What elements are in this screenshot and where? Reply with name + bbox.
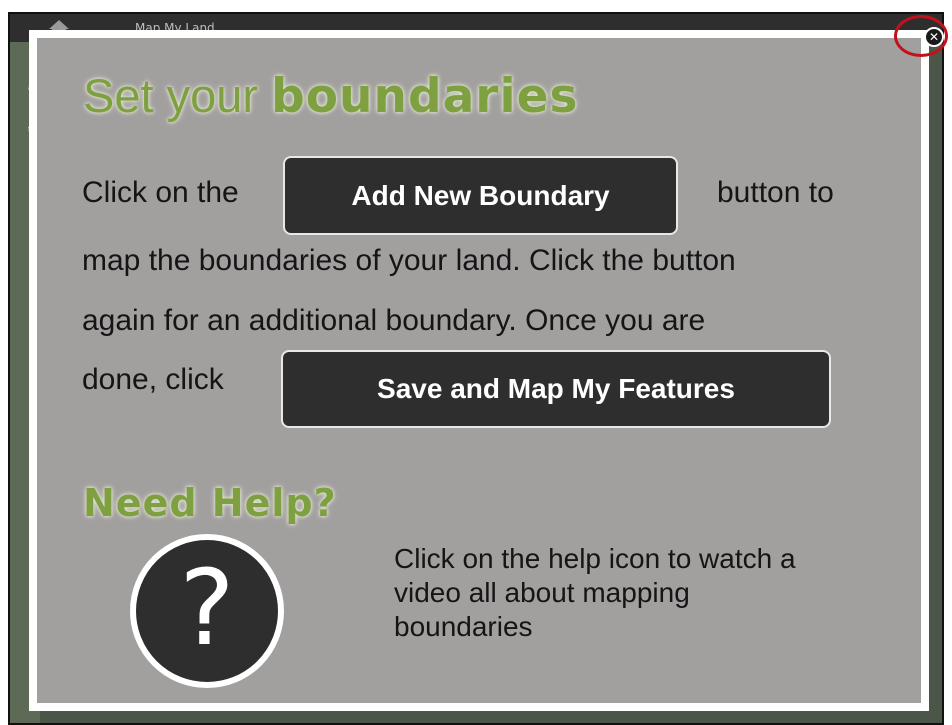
need-help-heading: Need Help? [83, 481, 337, 525]
save-and-map-features-button[interactable]: Save and Map My Features [281, 350, 831, 428]
instruction-line-1-end: button to [717, 176, 834, 209]
modal-panel: Set your boundaries Click on the Add New… [37, 38, 921, 703]
modal-heading: Set your boundaries [83, 72, 578, 120]
help-icon[interactable]: ? [130, 534, 284, 688]
help-description: Click on the help icon to watch a video … [394, 543, 796, 642]
instruction-line-4-start: done, click [82, 363, 224, 396]
add-new-boundary-button[interactable]: Add New Boundary [283, 156, 678, 235]
instruction-modal: Set your boundaries Click on the Add New… [29, 30, 929, 711]
heading-bold: boundaries [271, 69, 579, 124]
heading-regular: Set your [83, 69, 272, 122]
instruction-line-3: again for an additional boundary. Once y… [82, 304, 706, 337]
close-icon[interactable]: ✕ [924, 27, 944, 47]
instruction-line-1-start: Click on the [82, 176, 239, 209]
instruction-line-2: map the boundaries of your land. Click t… [82, 244, 736, 277]
help-icon-glyph: ? [179, 547, 235, 669]
